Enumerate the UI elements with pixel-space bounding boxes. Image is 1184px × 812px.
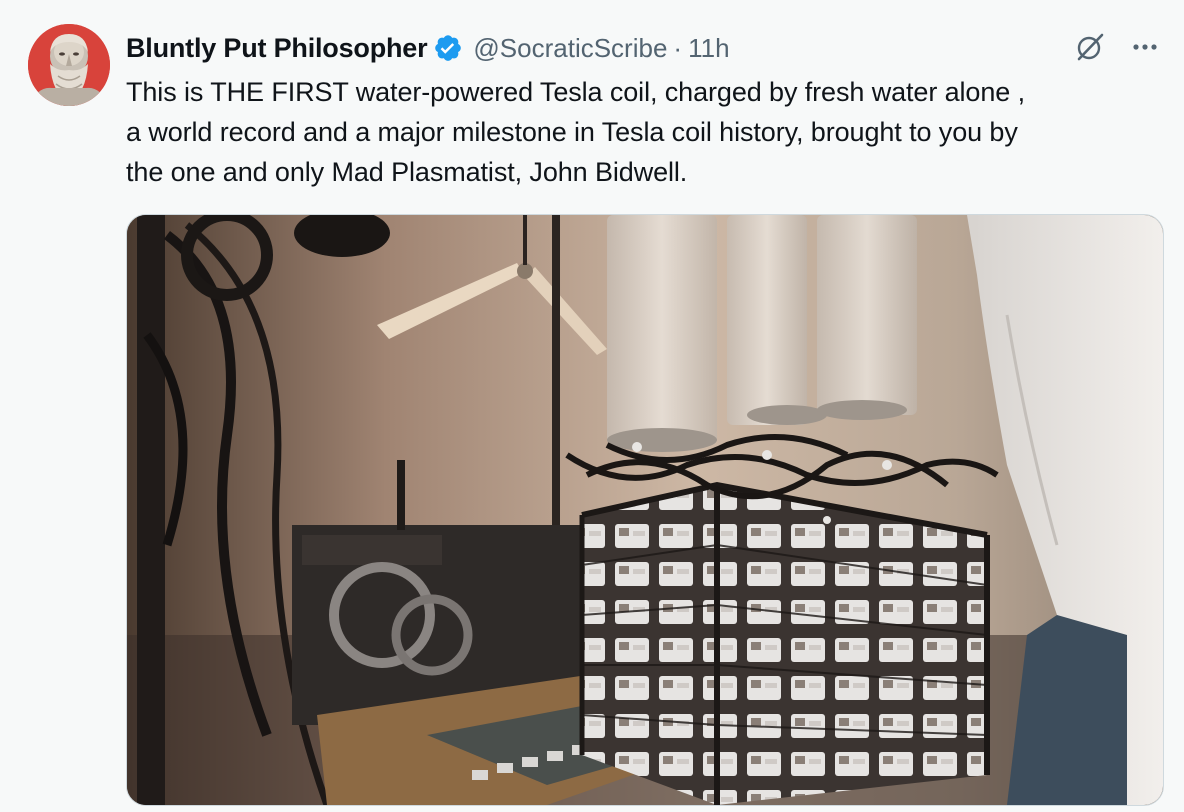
tweet-text-line: the one and only Mad Plasmatist, John Bi… — [126, 157, 688, 187]
author-handle[interactable]: @SocraticScribe — [473, 33, 667, 64]
post-time[interactable]: 11h — [688, 33, 729, 64]
avatar-portrait-icon — [28, 24, 110, 106]
top-actions — [1074, 30, 1162, 64]
tweet-text-line: This is THE FIRST water-powered Tesla co… — [126, 77, 1025, 107]
more-dots-icon[interactable] — [1128, 30, 1162, 64]
tweet-card[interactable]: Bluntly Put Philosopher @SocraticScribe … — [0, 0, 1184, 812]
tweet-text-line: a world record and a major milestone in … — [126, 117, 1018, 147]
tweet-media-video[interactable] — [126, 214, 1164, 806]
separator-dot: · — [673, 32, 683, 63]
tweet-header: Bluntly Put Philosopher @SocraticScribe … — [126, 28, 730, 68]
verified-badge-icon[interactable] — [433, 33, 463, 63]
tweet-text: This is THE FIRST water-powered Tesla co… — [126, 72, 1166, 192]
grok-icon[interactable] — [1074, 31, 1106, 63]
avatar[interactable] — [28, 24, 110, 106]
video-frame-image — [127, 215, 1163, 805]
author-name[interactable]: Bluntly Put Philosopher — [126, 33, 428, 64]
